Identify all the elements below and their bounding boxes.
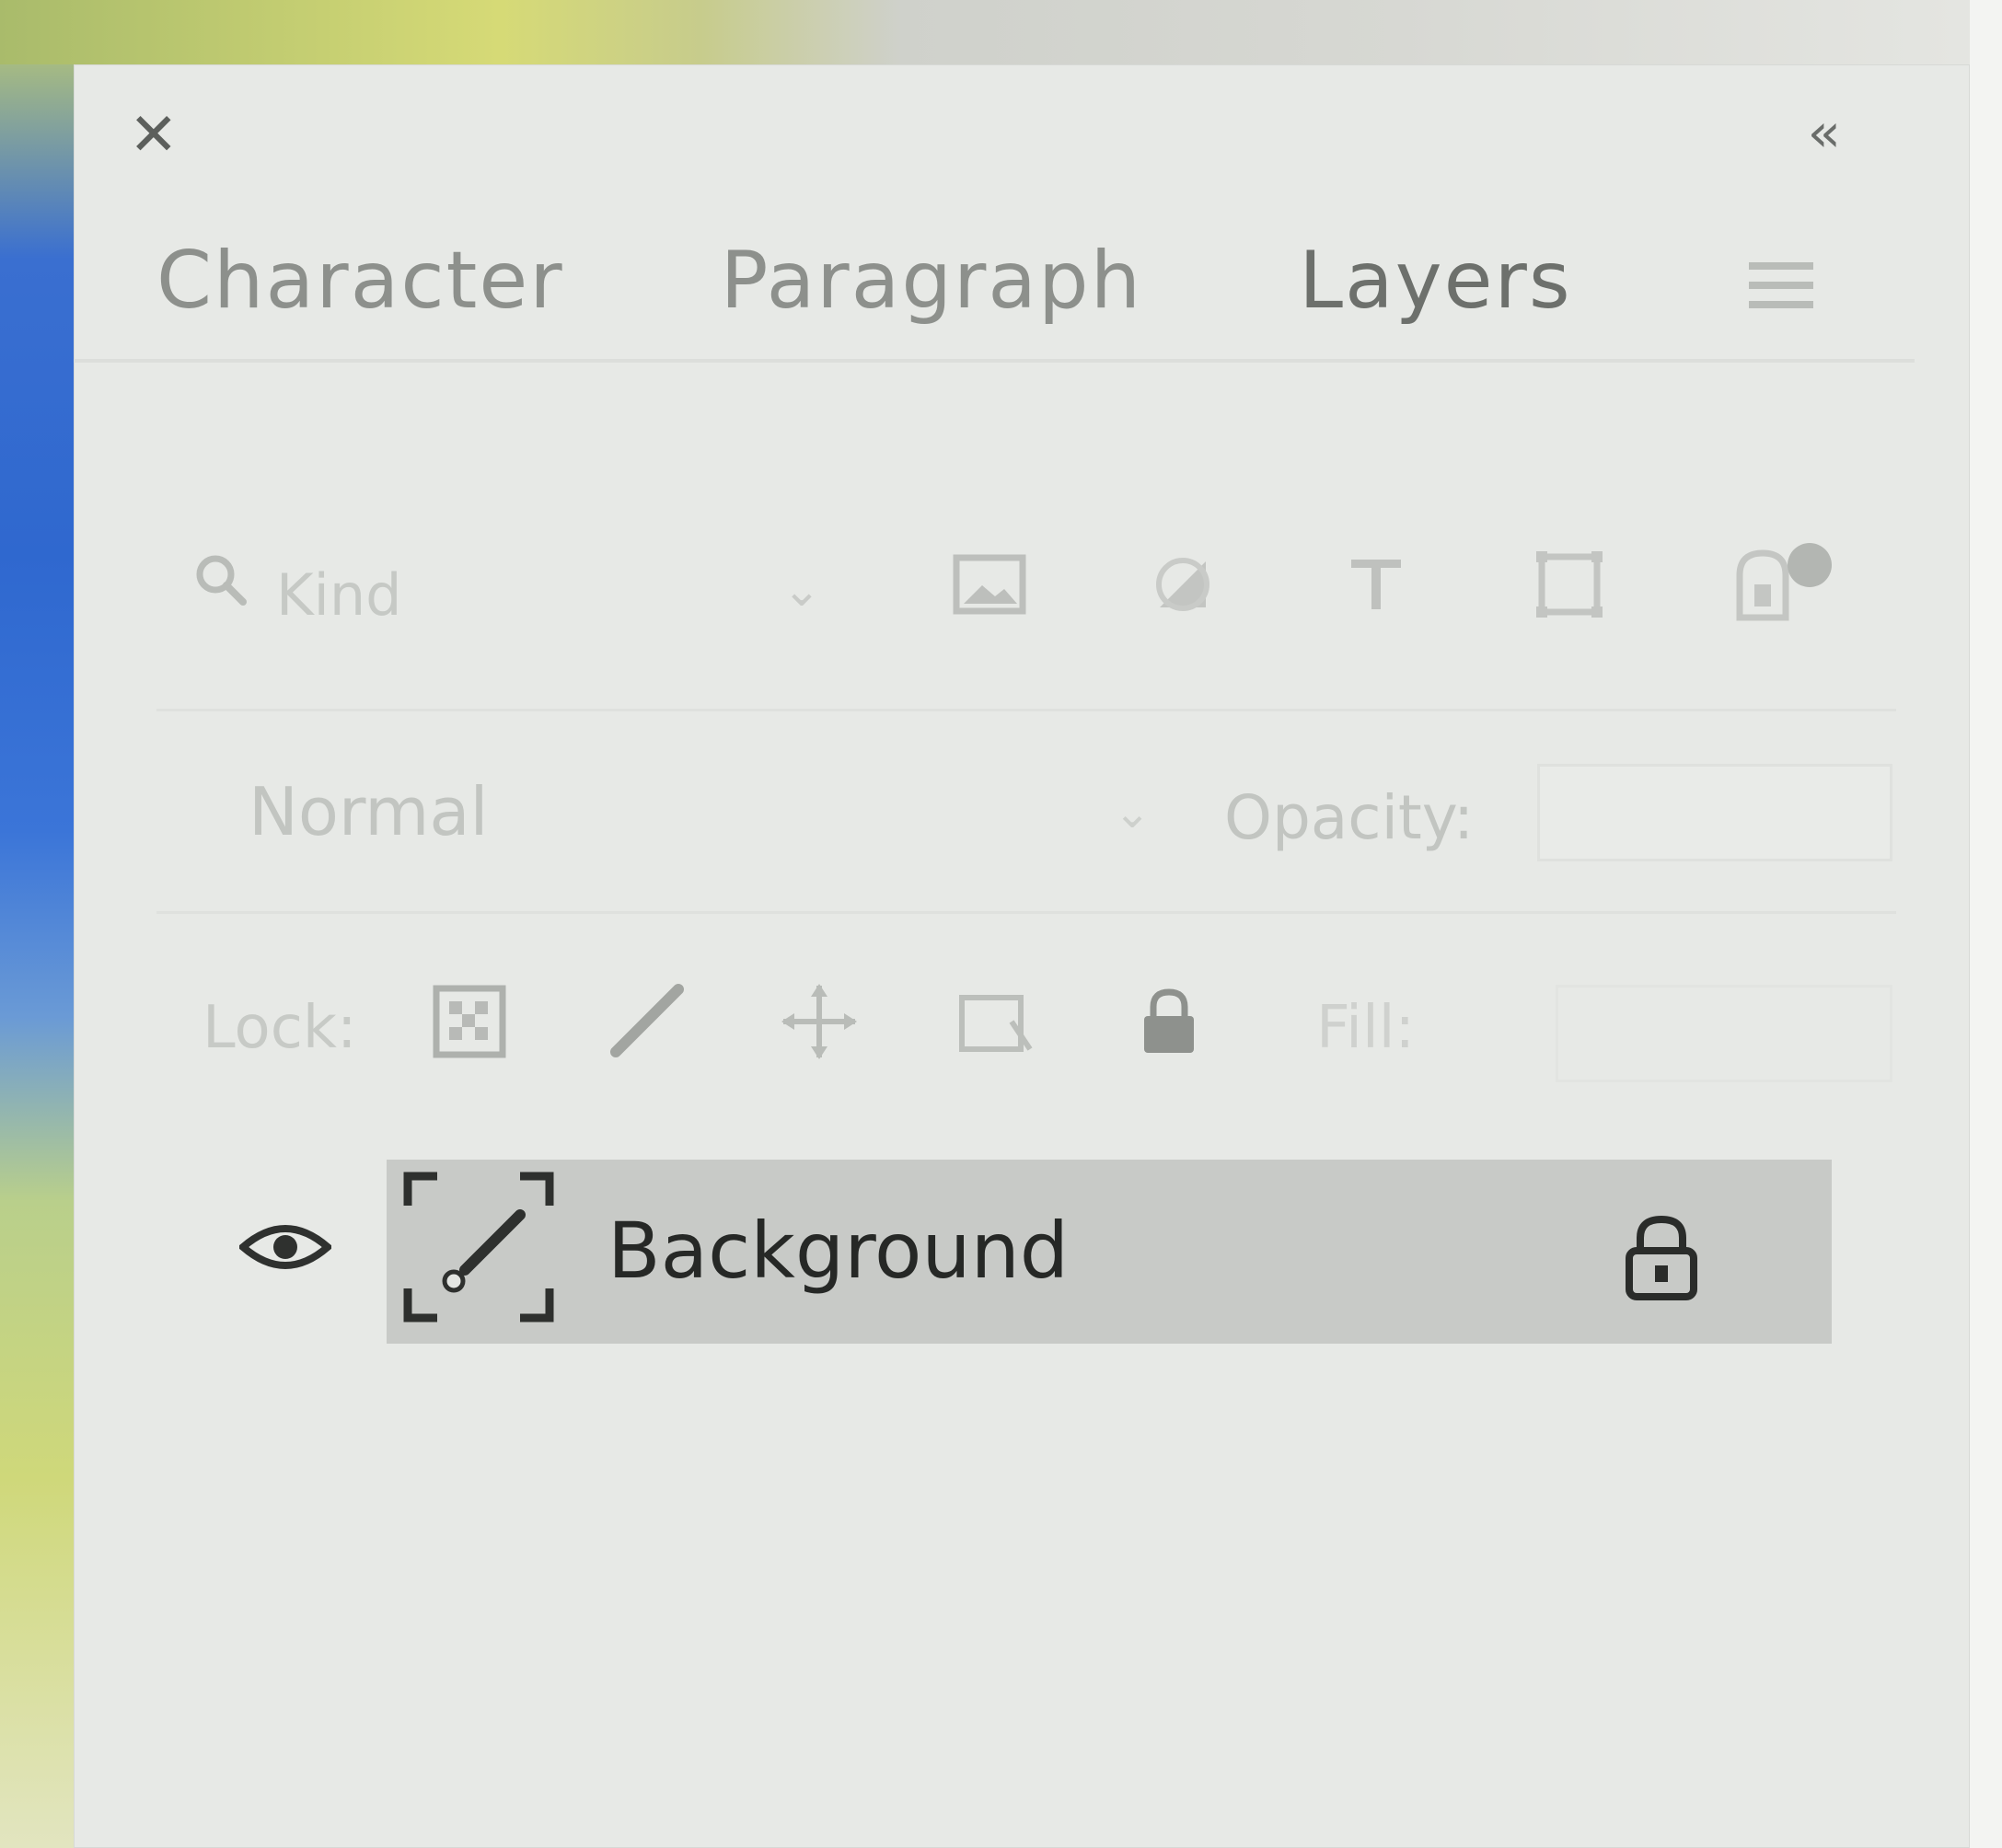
- selected-layer-highlight: [387, 1160, 1832, 1344]
- tab-paragraph[interactable]: Paragraph: [721, 235, 1143, 327]
- close-icon[interactable]: ✕: [129, 106, 179, 165]
- panel-edge: [1970, 0, 2002, 1848]
- fill-label: Fill:: [1316, 994, 1416, 1062]
- lock-position-icon[interactable]: [773, 976, 865, 1068]
- opacity-label: Opacity:: [1224, 782, 1475, 853]
- blend-mode-select[interactable]: Normal: [249, 773, 489, 850]
- divider: [156, 911, 1896, 914]
- lock-icon[interactable]: [1620, 1210, 1703, 1302]
- divider: [156, 709, 1896, 711]
- layer-filter-row: Kind ⌄: [166, 525, 1896, 629]
- adjustment-filter-icon[interactable]: [1141, 543, 1224, 626]
- tab-character[interactable]: Character: [156, 235, 564, 327]
- filter-toggle-icon[interactable]: [1788, 543, 1832, 587]
- shape-filter-icon[interactable]: [1528, 543, 1611, 626]
- opacity-input[interactable]: [1537, 764, 1892, 861]
- layers-panel: ✕ ‹‹ Character Paragraph Layers Kind ⌄ N…: [74, 64, 1970, 1848]
- lock-all-icon[interactable]: [1123, 976, 1215, 1068]
- double-chevron-left-icon[interactable]: ‹‹: [1808, 106, 1842, 159]
- search-icon: [196, 555, 247, 606]
- layer-name[interactable]: Background: [608, 1206, 1069, 1296]
- fill-input[interactable]: [1556, 985, 1892, 1082]
- panel-menu-icon[interactable]: [1749, 262, 1813, 308]
- lock-artboard-icon[interactable]: [948, 976, 1040, 1068]
- photoshop-layers-panel-screen: ✕ ‹‹ Character Paragraph Layers Kind ⌄ N…: [0, 0, 2002, 1848]
- lock-transparent-pixels-icon[interactable]: [423, 976, 515, 1068]
- eye-icon[interactable]: [239, 1219, 331, 1275]
- lock-row: Lock: Fill:: [166, 966, 1896, 1082]
- chevron-down-icon[interactable]: ⌄: [1114, 787, 1151, 838]
- lock-label: Lock:: [203, 994, 357, 1062]
- desktop-background-top: [0, 0, 2002, 64]
- layer-row[interactable]: Background: [166, 1132, 1841, 1344]
- layers-list: Background: [166, 1123, 1896, 1848]
- panel-tabs: Character Paragraph Layers: [156, 230, 1572, 331]
- blend-opacity-row: Normal ⌄ Opacity:: [166, 745, 1896, 861]
- layer-thumbnail: [403, 1172, 554, 1322]
- filter-icons: [948, 543, 1804, 626]
- lock-icons: [423, 976, 1215, 1068]
- tab-layers[interactable]: Layers: [1299, 235, 1572, 327]
- type-filter-icon[interactable]: [1335, 543, 1418, 626]
- lock-image-pixels-icon[interactable]: [598, 976, 690, 1068]
- chevron-down-icon[interactable]: ⌄: [782, 563, 821, 617]
- image-filter-icon[interactable]: [948, 543, 1031, 626]
- filter-kind-select[interactable]: Kind: [276, 561, 402, 629]
- tab-divider: [74, 359, 1915, 363]
- panel-header: ✕ ‹‹: [74, 64, 1970, 165]
